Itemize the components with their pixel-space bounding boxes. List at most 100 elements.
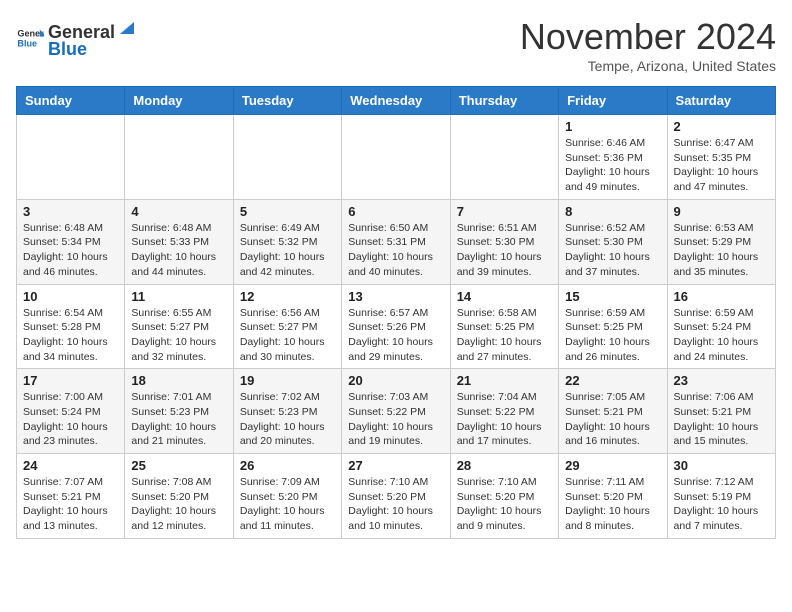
calendar-cell: 11 Sunrise: 6:55 AM Sunset: 5:27 PM Dayli… [125, 284, 233, 369]
week-row-1: 1 Sunrise: 6:46 AM Sunset: 5:36 PM Daylig… [17, 115, 776, 200]
day-number: 10 [23, 289, 118, 304]
day-number: 3 [23, 204, 118, 219]
calendar-cell: 25Sunrise: 7:08 AM Sunset: 5:20 PM Dayli… [125, 454, 233, 539]
calendar-cell: 30Sunrise: 7:12 AM Sunset: 5:19 PM Dayli… [667, 454, 775, 539]
day-info: Sunrise: 7:05 AM Sunset: 5:21 PM Dayligh… [565, 390, 660, 449]
day-info: Sunrise: 6:48 AM Sunset: 5:34 PM Dayligh… [23, 221, 118, 280]
calendar-cell: 20 Sunrise: 7:03 AM Sunset: 5:22 PM Dayli… [342, 369, 450, 454]
week-row-4: 17 Sunrise: 7:00 AM Sunset: 5:24 PM Dayli… [17, 369, 776, 454]
weekday-header-sunday: Sunday [17, 87, 125, 115]
weekday-header-friday: Friday [559, 87, 667, 115]
day-info: Sunrise: 6:59 AM Sunset: 5:25 PM Dayligh… [565, 306, 660, 365]
weekday-header-wednesday: Wednesday [342, 87, 450, 115]
calendar-cell: 23 Sunrise: 7:06 AM Sunset: 5:21 PM Dayli… [667, 369, 775, 454]
logo-icon: General Blue [16, 24, 44, 52]
calendar-cell: 28 Sunrise: 7:10 AM Sunset: 5:20 PM Dayli… [450, 454, 558, 539]
day-info: Sunrise: 6:59 AM Sunset: 5:24 PM Dayligh… [674, 306, 769, 365]
week-row-5: 24Sunrise: 7:07 AM Sunset: 5:21 PM Dayli… [17, 454, 776, 539]
calendar-cell: 6 Sunrise: 6:50 AM Sunset: 5:31 PM Daylig… [342, 199, 450, 284]
day-info: Sunrise: 6:50 AM Sunset: 5:31 PM Dayligh… [348, 221, 443, 280]
day-number: 19 [240, 373, 335, 388]
svg-text:Blue: Blue [17, 38, 37, 48]
day-info: Sunrise: 6:48 AM Sunset: 5:33 PM Dayligh… [131, 221, 226, 280]
day-number: 15 [565, 289, 660, 304]
calendar-cell: 29Sunrise: 7:11 AM Sunset: 5:20 PM Dayli… [559, 454, 667, 539]
day-number: 8 [565, 204, 660, 219]
day-info: Sunrise: 6:56 AM Sunset: 5:27 PM Dayligh… [240, 306, 335, 365]
weekday-header-thursday: Thursday [450, 87, 558, 115]
calendar-cell: 8 Sunrise: 6:52 AM Sunset: 5:30 PM Daylig… [559, 199, 667, 284]
day-info: Sunrise: 7:03 AM Sunset: 5:22 PM Dayligh… [348, 390, 443, 449]
calendar-cell: 15 Sunrise: 6:59 AM Sunset: 5:25 PM Dayli… [559, 284, 667, 369]
day-number: 1 [565, 119, 660, 134]
day-number: 5 [240, 204, 335, 219]
calendar-cell [125, 115, 233, 200]
calendar-cell: 16 Sunrise: 6:59 AM Sunset: 5:24 PM Dayli… [667, 284, 775, 369]
day-number: 30 [674, 458, 769, 473]
calendar-cell: 17 Sunrise: 7:00 AM Sunset: 5:24 PM Dayli… [17, 369, 125, 454]
calendar-cell: 24Sunrise: 7:07 AM Sunset: 5:21 PM Dayli… [17, 454, 125, 539]
title-block: November 2024 Tempe, Arizona, United Sta… [520, 16, 776, 74]
day-info: Sunrise: 6:55 AM Sunset: 5:27 PM Dayligh… [131, 306, 226, 365]
day-number: 26 [240, 458, 335, 473]
page-header: General Blue General Blue November 2024 … [16, 16, 776, 74]
calendar-cell [342, 115, 450, 200]
day-info: Sunrise: 7:06 AM Sunset: 5:21 PM Dayligh… [674, 390, 769, 449]
day-number: 7 [457, 204, 552, 219]
day-number: 14 [457, 289, 552, 304]
weekday-header-tuesday: Tuesday [233, 87, 341, 115]
calendar-cell: 21Sunrise: 7:04 AM Sunset: 5:22 PM Dayli… [450, 369, 558, 454]
day-number: 12 [240, 289, 335, 304]
weekday-header-saturday: Saturday [667, 87, 775, 115]
day-number: 20 [348, 373, 443, 388]
day-number: 13 [348, 289, 443, 304]
day-number: 18 [131, 373, 226, 388]
day-number: 25 [131, 458, 226, 473]
day-info: Sunrise: 6:51 AM Sunset: 5:30 PM Dayligh… [457, 221, 552, 280]
weekday-header-row: SundayMondayTuesdayWednesdayThursdayFrid… [17, 87, 776, 115]
day-number: 27 [348, 458, 443, 473]
day-number: 16 [674, 289, 769, 304]
day-number: 23 [674, 373, 769, 388]
calendar-cell: 1 Sunrise: 6:46 AM Sunset: 5:36 PM Daylig… [559, 115, 667, 200]
day-number: 29 [565, 458, 660, 473]
day-number: 21 [457, 373, 552, 388]
calendar-cell [233, 115, 341, 200]
day-info: Sunrise: 6:52 AM Sunset: 5:30 PM Dayligh… [565, 221, 660, 280]
day-info: Sunrise: 7:00 AM Sunset: 5:24 PM Dayligh… [23, 390, 118, 449]
day-info: Sunrise: 6:47 AM Sunset: 5:35 PM Dayligh… [674, 136, 769, 195]
day-number: 28 [457, 458, 552, 473]
day-number: 22 [565, 373, 660, 388]
day-info: Sunrise: 7:10 AM Sunset: 5:20 PM Dayligh… [348, 475, 443, 534]
day-info: Sunrise: 7:02 AM Sunset: 5:23 PM Dayligh… [240, 390, 335, 449]
calendar-cell: 2 Sunrise: 6:47 AM Sunset: 5:35 PM Daylig… [667, 115, 775, 200]
day-number: 11 [131, 289, 226, 304]
weekday-header-monday: Monday [125, 87, 233, 115]
calendar-table: SundayMondayTuesdayWednesdayThursdayFrid… [16, 86, 776, 539]
calendar-cell: 14 Sunrise: 6:58 AM Sunset: 5:25 PM Dayli… [450, 284, 558, 369]
calendar-cell: 5Sunrise: 6:49 AM Sunset: 5:32 PM Daylig… [233, 199, 341, 284]
calendar-cell: 4Sunrise: 6:48 AM Sunset: 5:33 PM Daylig… [125, 199, 233, 284]
calendar-cell: 27 Sunrise: 7:10 AM Sunset: 5:20 PM Dayli… [342, 454, 450, 539]
location-text: Tempe, Arizona, United States [520, 58, 776, 74]
day-info: Sunrise: 6:53 AM Sunset: 5:29 PM Dayligh… [674, 221, 769, 280]
calendar-cell [450, 115, 558, 200]
calendar-cell: 22 Sunrise: 7:05 AM Sunset: 5:21 PM Dayli… [559, 369, 667, 454]
day-info: Sunrise: 6:58 AM Sunset: 5:25 PM Dayligh… [457, 306, 552, 365]
day-info: Sunrise: 7:01 AM Sunset: 5:23 PM Dayligh… [131, 390, 226, 449]
calendar-cell: 9 Sunrise: 6:53 AM Sunset: 5:29 PM Daylig… [667, 199, 775, 284]
day-info: Sunrise: 7:10 AM Sunset: 5:20 PM Dayligh… [457, 475, 552, 534]
day-number: 9 [674, 204, 769, 219]
calendar-cell: 7 Sunrise: 6:51 AM Sunset: 5:30 PM Daylig… [450, 199, 558, 284]
logo: General Blue General Blue [16, 16, 139, 60]
day-info: Sunrise: 6:54 AM Sunset: 5:28 PM Dayligh… [23, 306, 118, 365]
day-number: 17 [23, 373, 118, 388]
day-info: Sunrise: 6:46 AM Sunset: 5:36 PM Dayligh… [565, 136, 660, 195]
calendar-cell: 26 Sunrise: 7:09 AM Sunset: 5:20 PM Dayli… [233, 454, 341, 539]
calendar-cell: 13Sunrise: 6:57 AM Sunset: 5:26 PM Dayli… [342, 284, 450, 369]
day-info: Sunrise: 7:09 AM Sunset: 5:20 PM Dayligh… [240, 475, 335, 534]
calendar-cell: 19 Sunrise: 7:02 AM Sunset: 5:23 PM Dayli… [233, 369, 341, 454]
calendar-cell [17, 115, 125, 200]
day-number: 2 [674, 119, 769, 134]
day-number: 6 [348, 204, 443, 219]
